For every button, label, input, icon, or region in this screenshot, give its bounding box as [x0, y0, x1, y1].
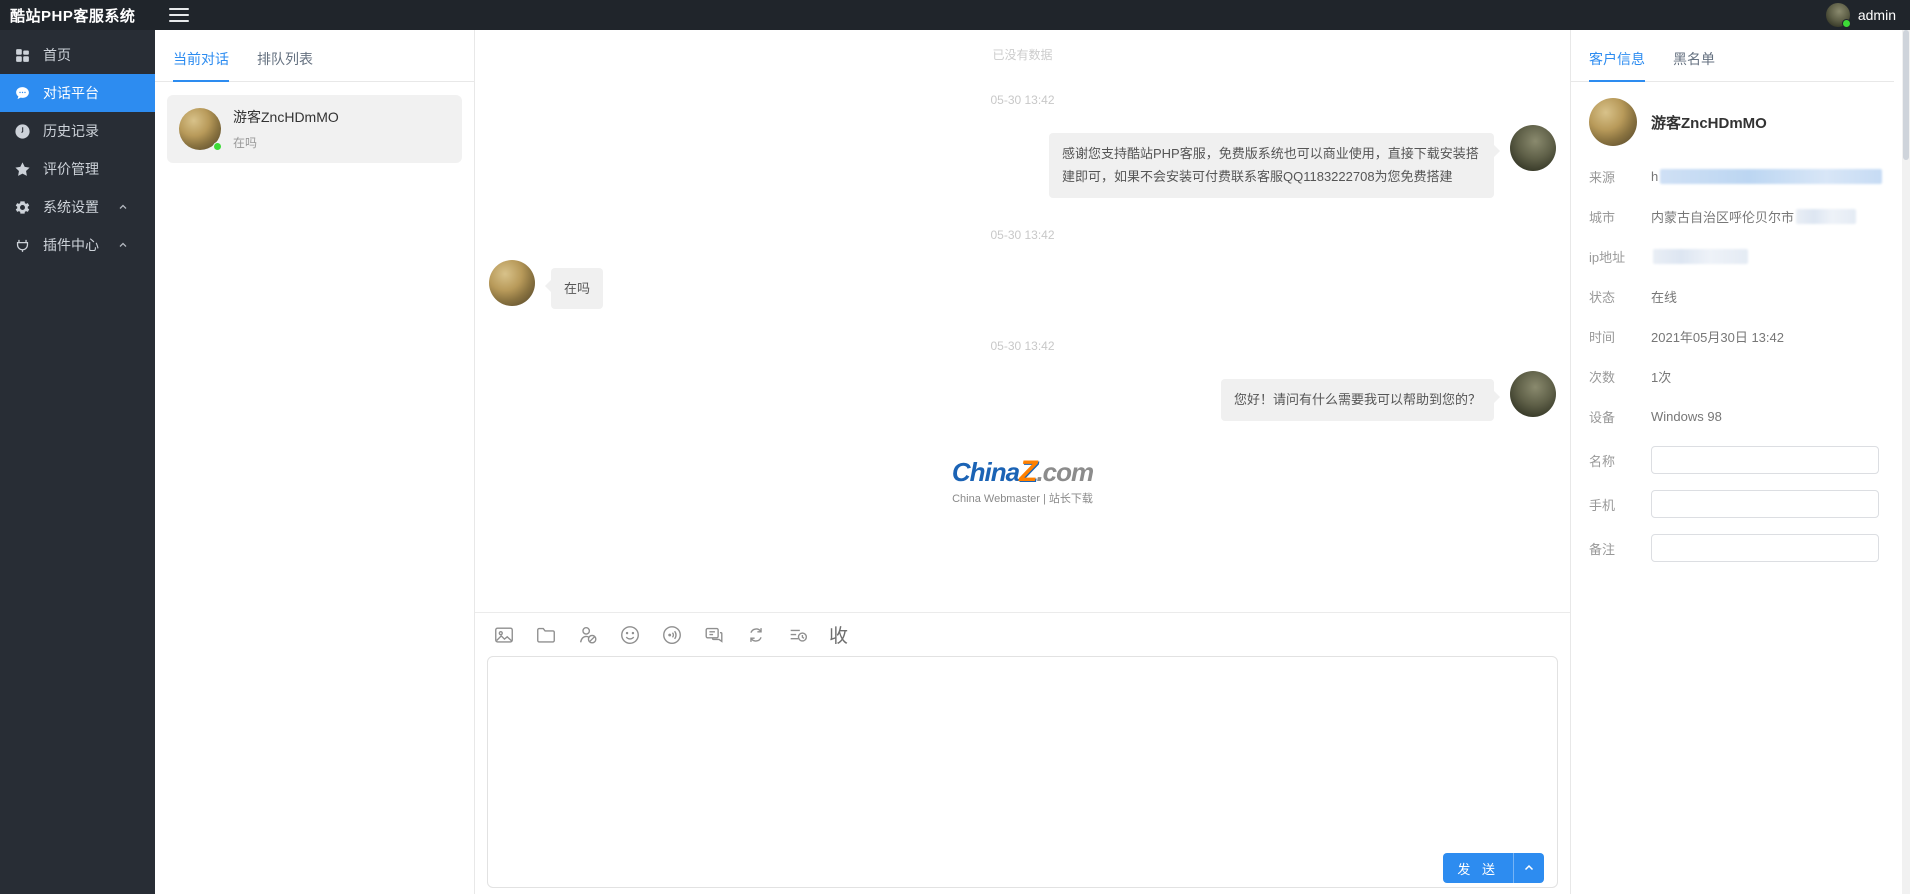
history-clock-icon: [14, 123, 31, 140]
admin-avatar: [1826, 3, 1850, 27]
redacted-source-value: [1660, 169, 1882, 184]
sidebar-nav: 首页 对话平台 历史记录 评价管理 系统设置 插件中心: [0, 30, 155, 894]
smiley-icon[interactable]: [619, 624, 641, 646]
sidebar-item-settings[interactable]: 系统设置: [0, 188, 155, 226]
message-row: 在吗: [489, 260, 1556, 309]
message-input[interactable]: [488, 657, 1557, 817]
field-status: 状态 在线: [1589, 286, 1894, 306]
message-timestamp: 05-30 13:42: [489, 339, 1556, 353]
sidebar-item-plugins[interactable]: 插件中心: [0, 226, 155, 264]
visitor-name: 游客ZncHDmMO: [233, 107, 339, 127]
home-grid-icon: [14, 47, 31, 64]
gear-icon: [14, 199, 31, 216]
visitor-avatar: [1589, 98, 1637, 146]
chinaz-watermark-logo: ChinaZ.com China Webmaster | 站长下载: [489, 455, 1556, 506]
menu-toggle-icon[interactable]: [169, 8, 189, 22]
conversation-tabs: 当前对话 排队列表: [155, 30, 474, 82]
customer-phone-input[interactable]: [1651, 490, 1879, 518]
input-row-remark: 备注: [1571, 534, 1894, 562]
chat-transfer-icon[interactable]: [703, 624, 725, 646]
message-bubble: 感谢您支持酷站PHP客服，免费版系统也可以商业使用，直接下载安装搭建即可，如果不…: [1049, 133, 1494, 198]
chevron-up-icon: [117, 201, 129, 213]
message-row: 您好！请问有什么需要我可以帮助到您的？: [489, 371, 1556, 420]
sidebar-item-label: 对话平台: [43, 83, 141, 103]
message-bubble: 您好！请问有什么需要我可以帮助到您的？: [1221, 379, 1494, 420]
customer-fields: 来源 h 城市 内蒙古自治区呼伦贝尔市 ip地址 状态 在线 时间 202: [1571, 152, 1894, 426]
send-button-label: 发 送: [1443, 859, 1513, 878]
sidebar-item-chat-platform[interactable]: 对话平台: [0, 74, 155, 112]
collect-icon[interactable]: 收: [829, 621, 848, 648]
input-row-phone: 手机: [1571, 490, 1894, 518]
agent-avatar: [1510, 125, 1556, 171]
image-icon[interactable]: [493, 624, 515, 646]
last-message-preview: 在吗: [233, 134, 339, 151]
redacted-city-tail: [1796, 209, 1856, 224]
field-device: 设备 Windows 98: [1589, 406, 1894, 426]
input-row-name: 名称: [1571, 446, 1894, 474]
field-source: 来源 h: [1589, 166, 1894, 186]
visitor-avatar: [179, 108, 221, 150]
conversation-list-panel: 当前对话 排队列表 游客ZncHDmMO 在吗: [155, 30, 475, 894]
agent-avatar: [1510, 371, 1556, 417]
folder-icon[interactable]: [535, 624, 557, 646]
chat-icon: [14, 85, 31, 102]
sidebar-item-home[interactable]: 首页: [0, 36, 155, 74]
user-block-icon[interactable]: [577, 624, 599, 646]
no-more-data-text: 已没有数据: [489, 46, 1556, 63]
sidebar-item-label: 历史记录: [43, 121, 141, 141]
online-dot: [213, 142, 222, 151]
tab-current-chats[interactable]: 当前对话: [173, 49, 229, 81]
field-city: 城市 内蒙古自治区呼伦贝尔市: [1589, 206, 1894, 226]
admin-username: admin: [1858, 7, 1896, 23]
field-ip: ip地址: [1589, 246, 1894, 266]
send-options-chevron-up-icon[interactable]: [1514, 862, 1544, 874]
top-header: 酷站PHP客服系统 admin: [0, 0, 1910, 30]
customer-info-panel: 客户信息 黑名单 游客ZncHDmMO 来源 h 城市 内蒙古自治区呼伦贝尔市 …: [1570, 30, 1910, 894]
message-row: 感谢您支持酷站PHP客服，免费版系统也可以商业使用，直接下载安装搭建即可，如果不…: [489, 125, 1556, 198]
field-time: 时间 2021年05月30日 13:42: [1589, 326, 1894, 346]
app-title: 酷站PHP客服系统: [0, 5, 155, 26]
customer-profile: 游客ZncHDmMO: [1571, 82, 1894, 152]
redacted-ip-value: [1653, 249, 1748, 264]
customer-remark-input[interactable]: [1651, 534, 1879, 562]
sidebar-item-label: 评价管理: [43, 159, 141, 179]
quick-reply-history-icon[interactable]: [787, 624, 809, 646]
customer-name-input[interactable]: [1651, 446, 1879, 474]
customer-tabs: 客户信息 黑名单: [1571, 30, 1894, 82]
message-timestamp: 05-30 13:42: [489, 228, 1556, 242]
loop-refresh-icon[interactable]: [745, 624, 767, 646]
sidebar-item-label: 插件中心: [43, 235, 117, 255]
vertical-scrollbar[interactable]: [1902, 30, 1910, 894]
message-scroll-area[interactable]: 已没有数据 05-30 13:42 感谢您支持酷站PHP客服，免费版系统也可以商…: [475, 30, 1570, 612]
tab-queue-list[interactable]: 排队列表: [257, 49, 313, 81]
field-visit-count: 次数 1次: [1589, 366, 1894, 386]
sidebar-item-label: 系统设置: [43, 197, 117, 217]
chat-panel: 已没有数据 05-30 13:42 感谢您支持酷站PHP客服，免费版系统也可以商…: [475, 30, 1570, 894]
composer-box: 发 送: [487, 656, 1558, 888]
chevron-up-icon: [117, 239, 129, 251]
message-bubble: 在吗: [551, 268, 603, 309]
sidebar-item-history[interactable]: 历史记录: [0, 112, 155, 150]
message-timestamp: 05-30 13:42: [489, 93, 1556, 107]
plugin-icon: [14, 237, 31, 254]
composer-toolbar: 收: [475, 612, 1570, 656]
visitor-avatar: [489, 260, 535, 306]
tab-blacklist[interactable]: 黑名单: [1673, 49, 1715, 81]
conversation-list-item[interactable]: 游客ZncHDmMO 在吗: [167, 95, 462, 163]
watermark-tagline: China Webmaster | 站长下载: [489, 490, 1556, 506]
send-button[interactable]: 发 送: [1443, 853, 1544, 883]
online-dot: [1842, 19, 1851, 28]
tab-customer-info[interactable]: 客户信息: [1589, 49, 1645, 81]
star-icon: [14, 161, 31, 178]
broadcast-icon[interactable]: [661, 624, 683, 646]
sidebar-item-label: 首页: [43, 45, 141, 65]
sidebar-item-reviews[interactable]: 评价管理: [0, 150, 155, 188]
user-menu[interactable]: admin: [1826, 3, 1910, 27]
scrollbar-thumb[interactable]: [1903, 30, 1909, 160]
customer-name: 游客ZncHDmMO: [1651, 112, 1767, 133]
